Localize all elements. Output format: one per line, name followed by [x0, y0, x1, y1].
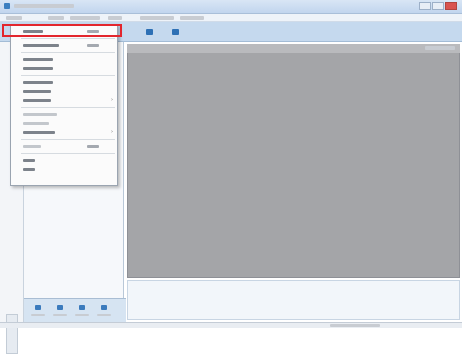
highlight-box [2, 24, 122, 37]
menu-item[interactable] [11, 165, 117, 174]
status-text [330, 324, 380, 327]
menu-item[interactable] [11, 87, 117, 96]
menu-item-label [23, 131, 55, 134]
menu-item-label [23, 81, 53, 84]
menu-item[interactable] [140, 16, 174, 20]
nav-button[interactable] [96, 305, 112, 319]
menu-item[interactable] [180, 16, 204, 20]
menu-file[interactable] [6, 16, 22, 20]
menu-item-label [23, 44, 59, 47]
menu-item[interactable] [108, 16, 122, 20]
menu-item-label [23, 168, 35, 171]
menu-separator [21, 75, 115, 76]
nav-button[interactable] [74, 305, 90, 319]
menu-separator [21, 52, 115, 53]
chevron-right-icon: › [111, 97, 113, 103]
document-header-label [425, 46, 455, 50]
menu-item[interactable] [70, 16, 100, 20]
menu-item-shortcut [87, 145, 99, 148]
nav-button-label [53, 314, 67, 316]
nav-button-label [75, 314, 89, 316]
status-bar [0, 322, 462, 328]
navigation-button-strip [24, 298, 126, 322]
menu-item-label [23, 67, 53, 70]
menu-separator [21, 107, 115, 108]
nav-button-label [97, 314, 111, 316]
menu-item-label [23, 159, 35, 162]
window-title-text [14, 4, 74, 8]
nav-button-icon [79, 305, 85, 310]
vertical-tab[interactable] [6, 314, 18, 354]
menu-item-label [23, 99, 51, 102]
nav-button[interactable] [30, 305, 46, 319]
document-area[interactable] [127, 44, 460, 278]
title-bar [0, 0, 462, 14]
menu-item[interactable] [11, 55, 117, 64]
app-icon [4, 3, 10, 9]
bottom-panel [127, 280, 460, 320]
menu-item-shortcut [87, 44, 99, 47]
menu-item-label [23, 58, 53, 61]
close-icon[interactable] [445, 2, 457, 10]
menu-item-label [23, 113, 57, 116]
menu-bar [0, 14, 462, 22]
menu-item-label [23, 90, 51, 93]
nav-button-icon [35, 305, 41, 310]
toolbar-tool-icon[interactable] [146, 29, 153, 35]
menu-item[interactable] [11, 64, 117, 73]
menu-separator [21, 38, 115, 39]
menu-item[interactable] [11, 41, 117, 50]
minimize-icon[interactable] [419, 2, 431, 10]
menu-item [11, 110, 117, 119]
menu-item[interactable] [11, 78, 117, 87]
chevron-right-icon: › [111, 129, 113, 135]
menu-separator [21, 139, 115, 140]
nav-button-label [31, 314, 45, 316]
menu-item[interactable]: › [11, 128, 117, 137]
window-controls [419, 2, 457, 11]
menu-item [11, 119, 117, 128]
menu-separator [21, 153, 115, 154]
toolbar-tool-icon[interactable] [172, 29, 179, 35]
nav-button-icon [57, 305, 63, 310]
menu-item[interactable] [48, 16, 64, 20]
file-menu-dropdown: › › [10, 24, 118, 186]
document-header [127, 44, 460, 53]
nav-button[interactable] [52, 305, 68, 319]
menu-item-label [23, 122, 49, 125]
maximize-icon[interactable] [432, 2, 444, 10]
menu-item-label [23, 145, 41, 148]
menu-item [11, 142, 117, 151]
menu-item[interactable] [11, 156, 117, 165]
nav-button-icon [101, 305, 107, 310]
menu-item[interactable]: › [11, 96, 117, 105]
